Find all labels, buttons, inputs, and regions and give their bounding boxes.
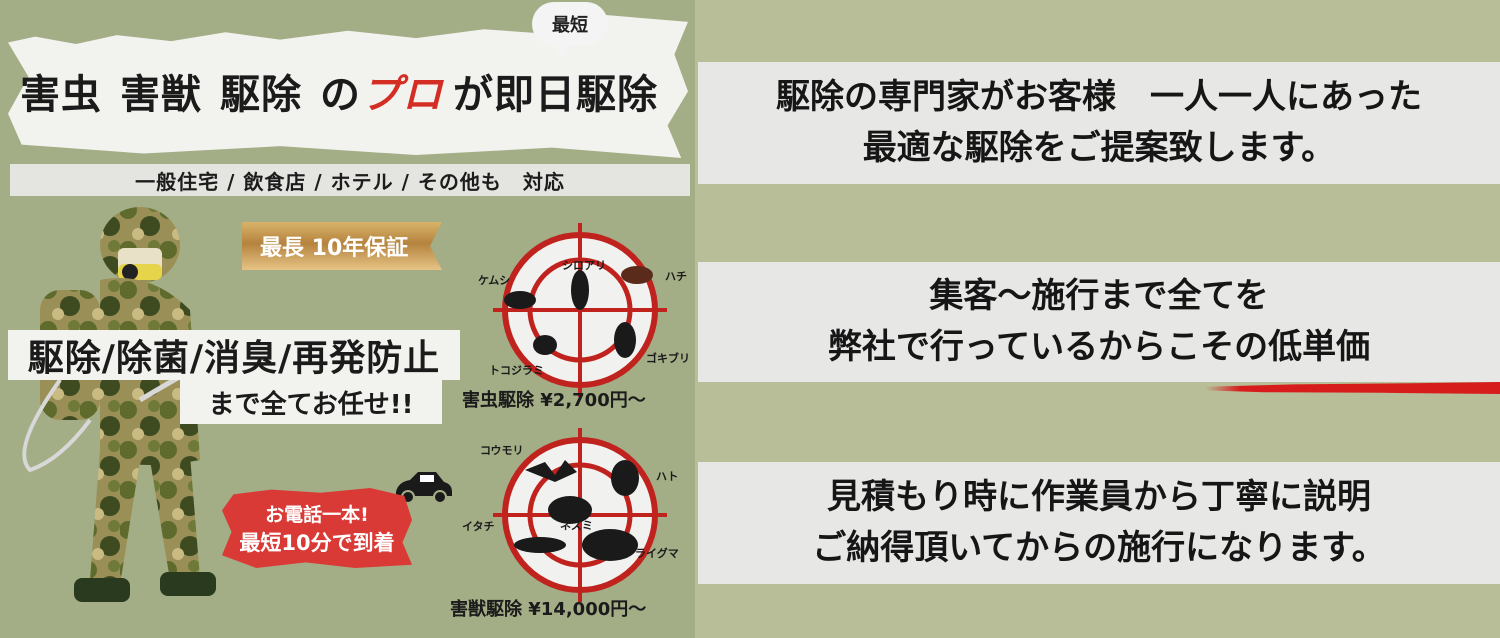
guarantee-tag: 最長 10年保証	[242, 222, 442, 270]
label-tokojirami: トコジラミ	[489, 364, 544, 377]
services-sub: まで全てお任せ!!	[180, 380, 442, 424]
main-title: 害虫 害獣 駆除 のプロ が即日駆除	[20, 72, 658, 118]
label-hato: ハト	[656, 470, 679, 483]
message-bar-1: 駆除の専門家がお客様 一人一人にあった 最適な駆除をご提案致します。	[698, 62, 1500, 184]
message-bar-2: 集客～施行まで全てを 弊社で行っているからこその低単価	[698, 262, 1500, 382]
service-targets: 一般住宅 / 飲食店 / ホテル / その他も 対応	[10, 164, 690, 196]
label-gokiburi: ゴキブリ	[646, 352, 690, 365]
promo-panel: 最短 害虫 害獣 駆除 のプロ が即日駆除 一般住宅 / 飲食店 / ホテル / その他…	[0, 0, 695, 638]
short-badge: 最短	[532, 2, 608, 58]
label-itachi: イタチ	[462, 520, 495, 533]
label-koumori: コウモリ	[480, 444, 524, 457]
insect-price: 害虫駆除 ¥2,700円～	[462, 390, 646, 411]
call-badge: お電話一本! 最短10分で到着	[222, 488, 412, 568]
services-main: 駆除/除菌/消臭/再発防止	[8, 330, 460, 380]
label-kemushi: ケムシ	[478, 274, 511, 287]
label-shiroari: シロアリ	[562, 259, 606, 272]
label-hachi: ハチ	[665, 270, 687, 283]
label-araiguma: アライグマ	[624, 547, 679, 560]
label-nezumi: ネズミ	[560, 519, 593, 532]
title-pro-highlight: プロ	[361, 72, 443, 118]
message-bar-3: 見積もり時に作業員から丁寧に説明 ご納得頂いてからの施行になります。	[698, 462, 1500, 584]
red-brush-underline	[1205, 382, 1500, 394]
beast-price: 害獣駆除 ¥14,000円～	[450, 599, 647, 620]
